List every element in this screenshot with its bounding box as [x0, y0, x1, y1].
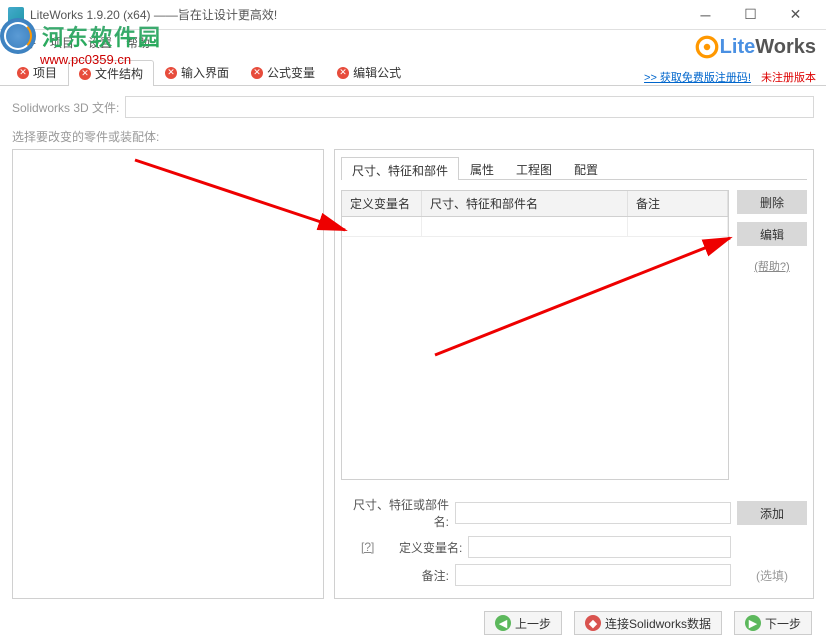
col-partname: 尺寸、特征和部件名 — [422, 191, 628, 216]
minimize-button[interactable]: ─ — [683, 1, 728, 29]
partname-label: 尺寸、特征或部件名: — [341, 496, 449, 530]
close-icon: ✕ — [337, 67, 349, 79]
watermark-url: www.pc0359.cn — [40, 52, 280, 67]
select-hint: 选择要改变的零件或装配体: — [0, 128, 826, 149]
close-icon: ✕ — [251, 67, 263, 79]
varname-label: 定义变量名: — [380, 539, 462, 556]
work-area: 尺寸、特征和部件 属性 工程图 配置 定义变量名 尺寸、特征和部件名 备注 删除… — [0, 149, 826, 607]
watermark-icon — [0, 18, 36, 54]
grid-buttons: 删除 编辑 (帮助?) — [737, 190, 807, 480]
tab-edit-formula[interactable]: ✕编辑公式 — [326, 59, 412, 85]
edit-form: 尺寸、特征或部件名: 添加 [?] 定义变量名: 备注: (选填) — [341, 488, 807, 592]
optional-hint: (选填) — [737, 567, 807, 584]
watermark-name: 河东软件园 — [42, 20, 162, 52]
col-remark: 备注 — [628, 191, 728, 216]
connect-button[interactable]: ◆连接Solidworks数据 — [574, 611, 722, 635]
next-button[interactable]: ▶下一步 — [734, 611, 812, 635]
subtab-drawing[interactable]: 工程图 — [505, 156, 563, 179]
grid-body[interactable] — [342, 217, 728, 477]
help-hint[interactable]: [?] — [361, 540, 374, 554]
delete-button[interactable]: 删除 — [737, 190, 807, 214]
get-reg-code-link[interactable]: >> 获取免费版注册码! — [644, 69, 751, 85]
close-icon: ✕ — [165, 67, 177, 79]
parts-tree[interactable] — [12, 149, 324, 599]
file-label: Solidworks 3D 文件: — [12, 99, 119, 116]
prev-button[interactable]: ◀上一步 — [484, 611, 562, 635]
footer-bar: ◀上一步 ◆连接Solidworks数据 ▶下一步 — [0, 607, 826, 639]
file-row: Solidworks 3D 文件: — [0, 86, 826, 128]
col-varname: 定义变量名 — [342, 191, 422, 216]
remark-input[interactable] — [455, 564, 731, 586]
sub-tabs: 尺寸、特征和部件 属性 工程图 配置 — [341, 156, 807, 180]
subtab-properties[interactable]: 属性 — [459, 156, 505, 179]
data-grid[interactable]: 定义变量名 尺寸、特征和部件名 备注 — [341, 190, 729, 480]
file-path-input[interactable] — [125, 96, 814, 118]
subtab-dimensions[interactable]: 尺寸、特征和部件 — [341, 157, 459, 180]
close-icon: ✕ — [17, 67, 29, 79]
edit-button[interactable]: 编辑 — [737, 222, 807, 246]
window-controls: ─ ☐ ✕ — [683, 1, 818, 29]
varname-input[interactable] — [468, 536, 731, 558]
maximize-button[interactable]: ☐ — [728, 1, 773, 29]
help-link[interactable]: (帮助?) — [737, 258, 807, 274]
subtab-config[interactable]: 配置 — [563, 156, 609, 179]
watermark-overlay: 河东软件园 www.pc0359.cn — [0, 18, 280, 67]
add-button[interactable]: 添加 — [737, 501, 807, 525]
partname-input[interactable] — [455, 502, 731, 524]
remark-label: 备注: — [341, 567, 449, 584]
close-button[interactable]: ✕ — [773, 1, 818, 29]
cube-icon: ◆ — [585, 615, 601, 631]
arrow-right-icon: ▶ — [745, 615, 761, 631]
unregistered-label: 未注册版本 — [761, 69, 816, 85]
close-icon: ✕ — [79, 68, 91, 80]
grid-header: 定义变量名 尺寸、特征和部件名 备注 — [342, 191, 728, 217]
detail-pane: 尺寸、特征和部件 属性 工程图 配置 定义变量名 尺寸、特征和部件名 备注 删除… — [334, 149, 814, 599]
arrow-left-icon: ◀ — [495, 615, 511, 631]
